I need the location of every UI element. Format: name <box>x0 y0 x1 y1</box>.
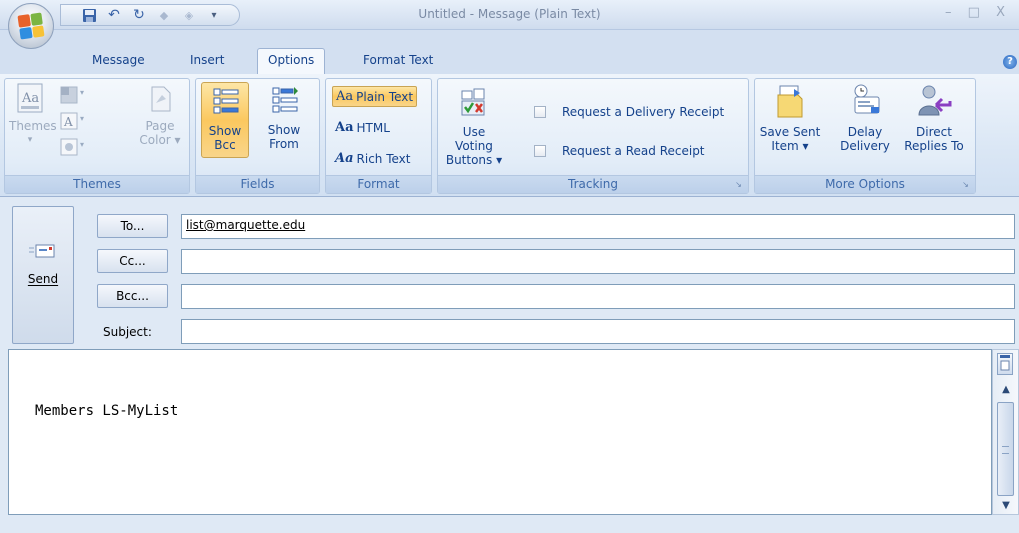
show-bcc-button[interactable]: Show Bcc <box>201 82 249 158</box>
cc-button[interactable]: Cc... <box>97 249 168 273</box>
theme-fonts-icon: A ▾ <box>60 112 84 130</box>
delay-delivery-button[interactable]: Delay Delivery <box>833 83 897 153</box>
html-icon: Aa <box>335 120 354 135</box>
window-title: Untitled - Message (Plain Text) <box>418 7 601 21</box>
tracking-dialog-launcher-icon[interactable]: ↘ <box>733 179 744 190</box>
more-options-dialog-launcher-icon[interactable]: ↘ <box>960 179 971 190</box>
delay-delivery-icon <box>854 84 880 114</box>
svg-text:▾: ▾ <box>80 88 84 97</box>
tracking-group-label: Tracking <box>438 175 748 193</box>
page-color-button[interactable]: Page Color ▾ <box>135 83 185 147</box>
read-receipt-checkbox[interactable] <box>534 145 546 157</box>
page-color-icon <box>151 86 171 112</box>
bcc-field[interactable] <box>181 284 1015 309</box>
plain-text-icon: Aa <box>336 89 354 104</box>
vertical-scrollbar[interactable]: ▲ ▼ <box>992 349 1019 515</box>
themes-group: Aa Themes ▾ ▾ A ▾ ▾ Page Color ▾ Themes <box>4 78 190 194</box>
show-from-icon <box>272 87 298 113</box>
bcc-button[interactable]: Bcc... <box>97 284 168 308</box>
send-label: Send <box>27 272 59 286</box>
theme-colors-button[interactable]: ▾ <box>59 85 87 110</box>
cc-field[interactable] <box>181 249 1015 274</box>
svg-text:Aa: Aa <box>21 91 39 106</box>
read-receipt-label: Request a Read Receipt <box>562 144 705 158</box>
more-options-group: Save Sent Item ▾ Delay Delivery Direct R… <box>754 78 976 194</box>
use-voting-buttons[interactable]: Use Voting Buttons ▾ <box>442 85 506 167</box>
window-controls[interactable]: – □ X <box>945 5 1011 20</box>
direct-replies-icon <box>918 85 952 116</box>
scroll-down-icon[interactable]: ▼ <box>999 500 1013 511</box>
send-button[interactable]: Send <box>12 206 74 344</box>
delivery-receipt-label: Request a Delivery Receipt <box>562 105 725 119</box>
more-options-group-label: More Options <box>755 175 975 193</box>
svg-text:A: A <box>63 115 73 129</box>
themes-button[interactable]: Aa Themes ▾ <box>9 83 57 147</box>
theme-effects-button[interactable]: ▾ <box>59 137 87 162</box>
to-field[interactable]: list@marquette.edu <box>181 214 1015 239</box>
rich-text-icon: Aa <box>335 151 354 166</box>
send-icon <box>29 244 55 258</box>
to-button[interactable]: To... <box>97 214 168 238</box>
direct-replies-to-button[interactable]: Direct Replies To <box>901 83 967 153</box>
format-group-label: Format <box>326 175 431 193</box>
delivery-receipt-checkbox[interactable] <box>534 106 546 118</box>
fields-group: Show Bcc Show From Fields <box>195 78 320 194</box>
subject-label: Subject: <box>103 325 152 339</box>
svg-text:▾: ▾ <box>80 114 84 123</box>
themes-icon: Aa <box>17 83 43 113</box>
theme-fonts-button[interactable]: A ▾ <box>59 111 87 136</box>
show-from-button[interactable]: Show From <box>260 85 308 151</box>
show-bcc-icon <box>213 88 239 114</box>
rich-text-option[interactable]: Aa Rich Text <box>332 149 413 168</box>
html-option[interactable]: Aa HTML <box>332 118 393 137</box>
tab-format-text[interactable]: Format Text <box>363 53 433 67</box>
body-text: Members LS-MyList <box>35 403 179 419</box>
theme-colors-icon: ▾ <box>60 86 84 104</box>
office-logo-icon <box>17 12 45 40</box>
scroll-thumb[interactable] <box>997 402 1014 496</box>
tab-insert[interactable]: Insert <box>190 53 224 67</box>
office-button[interactable] <box>8 3 54 49</box>
themes-group-label: Themes <box>5 175 189 193</box>
title-bar: ↶ ↻ ◆ ◈ ▾ Untitled - Message (Plain Text… <box>0 0 1019 30</box>
theme-effects-icon: ▾ <box>60 138 84 156</box>
scroll-up-icon[interactable]: ▲ <box>999 384 1013 395</box>
help-icon[interactable]: ? <box>1003 55 1017 69</box>
plain-text-option[interactable]: Aa Plain Text <box>332 86 418 107</box>
to-recipient: list@marquette.edu <box>186 218 306 232</box>
ruler-toggle-icon[interactable] <box>997 353 1013 375</box>
save-sent-item-button[interactable]: Save Sent Item ▾ <box>759 83 821 153</box>
format-group: Aa Plain Text Aa HTML Aa Rich Text Forma… <box>325 78 432 194</box>
voting-buttons-icon <box>461 88 485 116</box>
read-receipt-row[interactable]: Request a Read Receipt <box>534 144 705 158</box>
message-body[interactable]: Members LS-MyList <box>8 349 992 515</box>
status-strip <box>0 517 1019 533</box>
tab-options[interactable]: Options <box>257 48 326 76</box>
ribbon: Aa Themes ▾ ▾ A ▾ ▾ Page Color ▾ Themes … <box>0 74 1019 197</box>
svg-text:▾: ▾ <box>80 140 84 149</box>
ribbon-tabs: Message Insert Options Format Text ? <box>0 30 1019 76</box>
save-sent-item-icon <box>777 85 803 118</box>
tracking-group: Use Voting Buttons ▾ Request a Delivery … <box>437 78 749 194</box>
fields-group-label: Fields <box>196 175 319 193</box>
grip-icon <box>1002 446 1009 454</box>
delivery-receipt-row[interactable]: Request a Delivery Receipt <box>534 105 724 119</box>
subject-field[interactable] <box>181 319 1015 344</box>
tab-message[interactable]: Message <box>92 53 145 67</box>
